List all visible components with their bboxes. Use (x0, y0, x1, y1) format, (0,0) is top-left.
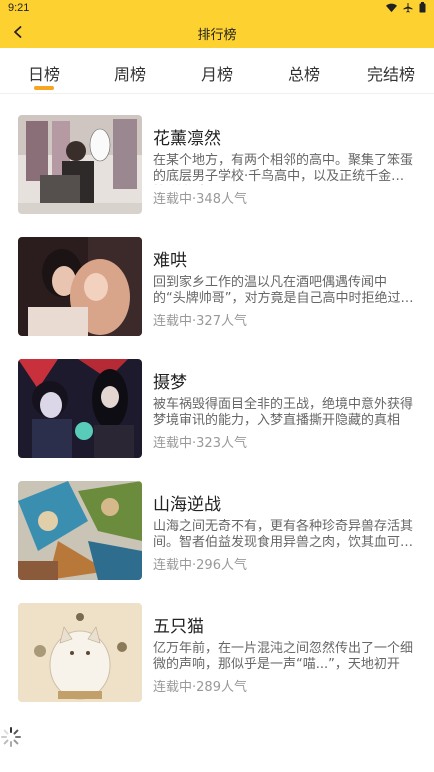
tab-monthly[interactable]: 月榜 (187, 61, 247, 91)
status-time: 9:21 (8, 2, 30, 14)
status-icons (386, 2, 426, 13)
comic-item[interactable]: 花薰凛然 在某个地方，有两个相邻的高中。聚集了笨蛋的底层男子学校·千鸟高中，以及… (0, 95, 434, 217)
comic-cover (18, 603, 142, 702)
comic-title: 五只猫 (153, 617, 204, 637)
comic-description: 被车祸毁得面目全非的王战，绝境中意外获得梦境审讯的能力，入梦直播撕开隐藏的真相 (153, 397, 414, 428)
status-bar: 9:21 (0, 0, 434, 16)
comic-cover (18, 481, 142, 580)
wifi-icon (386, 3, 397, 12)
comic-title: 山海逆战 (153, 495, 221, 515)
battery-icon (419, 2, 426, 13)
comic-meta: 连载中·323人气 (153, 436, 247, 451)
comic-description: 在某个地方，有两个相邻的高中。聚集了笨蛋的底层男子学校·千鸟高中，以及正统千金学… (153, 153, 414, 184)
ranking-tabs: 日榜 周榜 月榜 总榜 完结榜 (0, 48, 434, 94)
comic-popularity: 323人气 (196, 436, 247, 451)
comic-item[interactable]: 摄梦 被车祸毁得面目全非的王战，绝境中意外获得梦境审讯的能力，入梦直播撕开隐藏的… (0, 339, 434, 461)
comic-cover (18, 359, 142, 458)
comic-item[interactable]: 五只猫 亿万年前，在一片混沌之间忽然传出了一个细微的声响，那似乎是一声“喵...… (0, 583, 434, 705)
loading-spinner-icon (0, 726, 22, 748)
comic-meta: 连载中·289人气 (153, 680, 247, 695)
comic-item[interactable]: 难哄 回到家乡工作的温以凡在酒吧偶遇传闻中的“头牌帅哥”，对方竟是自己高中时拒绝… (0, 217, 434, 339)
airplane-icon (403, 2, 413, 12)
comic-description: 回到家乡工作的温以凡在酒吧偶遇传闻中的“头牌帅哥”，对方竟是自己高中时拒绝过的桑… (153, 275, 414, 306)
comic-meta: 连载中·327人气 (153, 314, 247, 329)
comic-description: 亿万年前，在一片混沌之间忽然传出了一个细微的声响，那似乎是一声“喵...”，天地… (153, 641, 414, 672)
comic-title: 摄梦 (153, 373, 187, 393)
app-bar: 排行榜 (0, 16, 434, 48)
comic-item[interactable]: 山海逆战 山海之间无奇不有，更有各种珍奇异兽存活其间。智者伯益发现食用异兽之肉，… (0, 461, 434, 583)
comic-popularity: 327人气 (196, 314, 247, 329)
comic-status: 连载中 (153, 436, 193, 451)
comic-status: 连载中 (153, 558, 193, 573)
comic-meta: 连载中·296人气 (153, 558, 247, 573)
tab-completed[interactable]: 完结榜 (356, 61, 426, 91)
tab-weekly[interactable]: 周榜 (100, 61, 160, 91)
comic-status: 连载中 (153, 680, 193, 695)
comic-cover (18, 237, 142, 336)
active-tab-indicator (34, 86, 54, 90)
comic-description: 山海之间无奇不有，更有各种珍奇异兽存活其间。智者伯益发现食用异兽之肉，饮其血可获… (153, 519, 414, 550)
page-title: 排行榜 (197, 28, 237, 43)
tab-total[interactable]: 总榜 (274, 61, 334, 91)
comic-title: 花薰凛然 (153, 129, 221, 149)
comic-status: 连载中 (153, 192, 193, 207)
comic-popularity: 296人气 (196, 558, 247, 573)
comic-cover (18, 115, 142, 214)
comic-popularity: 348人气 (196, 192, 247, 207)
comic-meta: 连载中·348人气 (153, 192, 247, 207)
comic-title: 难哄 (153, 251, 187, 271)
comic-status: 连载中 (153, 314, 193, 329)
comic-popularity: 289人气 (196, 680, 247, 695)
